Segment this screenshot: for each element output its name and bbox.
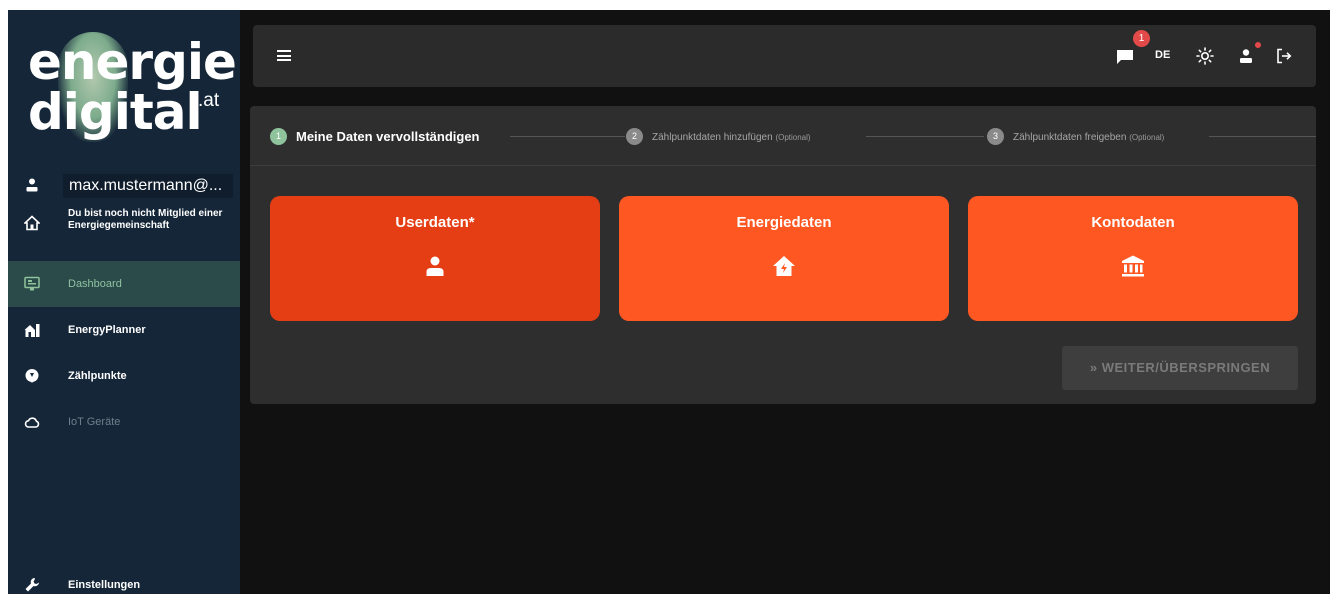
step-1[interactable]: 1 Meine Daten vervollständigen [270, 128, 630, 146]
person-icon [426, 256, 444, 276]
sidebar-item-label: Zählpunkte [68, 370, 127, 382]
step-optional-tag: (Optional) [1129, 133, 1165, 142]
step-number: 2 [626, 128, 643, 145]
theme-toggle-icon[interactable] [1196, 47, 1214, 65]
step-connector [1209, 136, 1316, 137]
tile-userdaten[interactable]: Userdaten* [270, 196, 600, 321]
sidebar-item-label: Einstellungen [68, 579, 141, 591]
user-account-row[interactable]: max.mustermann@... [8, 174, 240, 198]
bank-icon [1122, 255, 1144, 277]
meter-point-icon [25, 369, 39, 383]
sidebar-item-label: EnergyPlanner [68, 324, 146, 336]
step-connector [510, 136, 625, 137]
menu-toggle-icon[interactable] [277, 50, 291, 61]
profile-alert-dot [1255, 42, 1261, 48]
step-label: Meine Daten vervollständigen [296, 129, 480, 144]
sidebar-item-zaehlpunkte[interactable]: Zählpunkte [8, 353, 240, 399]
language-switch[interactable]: DE [1155, 49, 1170, 61]
top-bar: 1 DE [253, 25, 1316, 87]
user-email: max.mustermann@... [63, 174, 233, 198]
tile-title: Kontodaten [1091, 214, 1175, 231]
step-2[interactable]: 2 Zählpunktdaten hinzufügen (Optional) [626, 128, 986, 146]
tile-title: Userdaten* [395, 214, 475, 231]
step-connector [866, 136, 984, 137]
house-bolt-icon [773, 256, 795, 276]
step-label: Zählpunktdaten hinzufügen (Optional) [652, 132, 811, 143]
dashboard-icon [24, 276, 40, 291]
person-icon [26, 178, 38, 192]
notification-badge: 1 [1133, 30, 1150, 47]
sidebar-item-label: IoT Geräte [68, 416, 121, 428]
sidebar-item-energyplanner[interactable]: EnergyPlanner [8, 307, 240, 353]
step-optional-tag: (Optional) [775, 133, 811, 142]
sidebar-item-einstellungen[interactable]: Einstellungen [8, 562, 240, 594]
logo-tld: .at [198, 90, 220, 111]
sidebar: energie digital .at max.mustermann@... D… [8, 10, 240, 594]
profile-icon[interactable] [1238, 48, 1254, 64]
membership-status: Du bist noch nicht Mitglied einer Energi… [8, 206, 240, 238]
onboarding-stepper: 1 Meine Daten vervollständigen 2 Zählpun… [250, 106, 1316, 166]
wrench-icon [25, 578, 39, 592]
sidebar-item-iot-geraete[interactable]: IoT Geräte [8, 399, 240, 445]
onboarding-card: 1 Meine Daten vervollständigen 2 Zählpun… [250, 106, 1316, 404]
sidebar-item-label: Dashboard [68, 278, 122, 290]
step-label: Zählpunktdaten freigeben (Optional) [1013, 132, 1165, 143]
skip-button[interactable]: » WEITER/ÜBERSPRINGEN [1062, 346, 1298, 390]
tile-kontodaten[interactable]: Kontodaten [968, 196, 1298, 321]
membership-text: Du bist noch nicht Mitglied einer Energi… [68, 208, 223, 231]
cloud-icon [24, 417, 40, 428]
tile-title: Energiedaten [736, 214, 832, 231]
step-number: 1 [270, 128, 287, 145]
energie-digital-logo[interactable]: energie digital .at [18, 22, 237, 142]
step-3[interactable]: 3 Zählpunktdaten freigeben (Optional) [987, 128, 1316, 146]
step-number: 3 [987, 128, 1004, 145]
logo-text-line2: digital [28, 83, 203, 141]
house-bar-icon [24, 324, 40, 337]
tile-energiedaten[interactable]: Energiedaten [619, 196, 949, 321]
logo-text-line1: energie [28, 33, 237, 91]
app-window: energie digital .at max.mustermann@... D… [8, 10, 1330, 594]
logout-icon[interactable] [1276, 48, 1292, 64]
chat-icon[interactable] [1116, 49, 1134, 65]
sidebar-item-dashboard[interactable]: Dashboard [8, 261, 240, 307]
home-icon [24, 215, 40, 231]
